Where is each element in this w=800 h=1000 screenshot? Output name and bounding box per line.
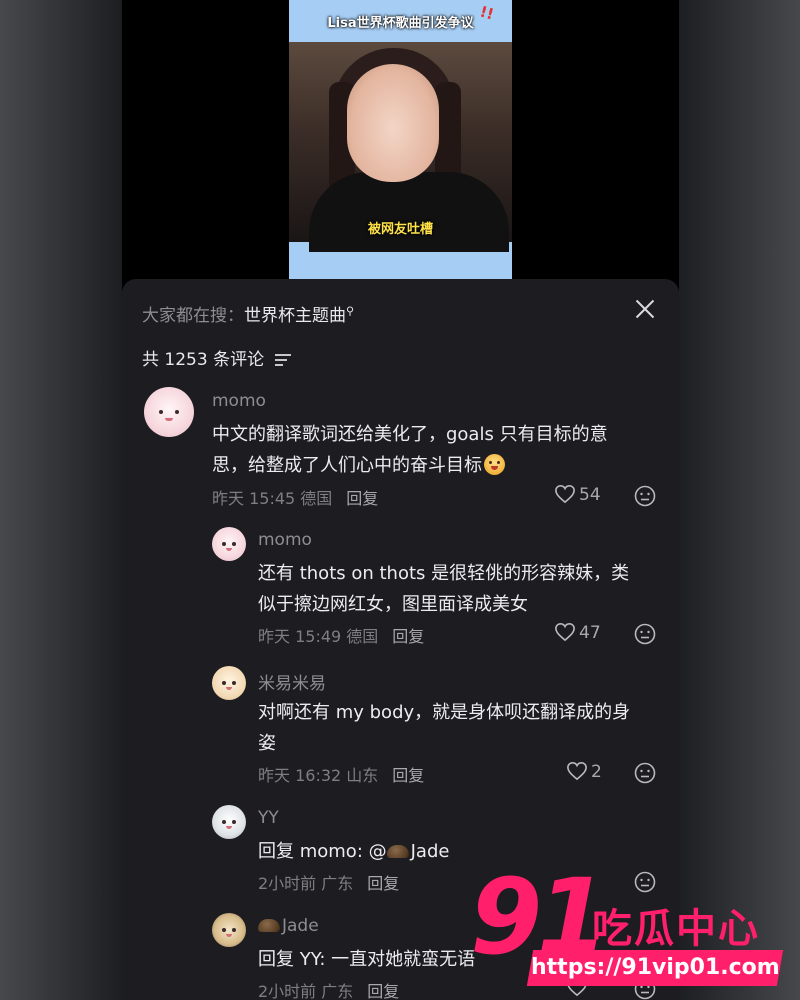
comment-text-line: 思，给整成了人们心中的奋斗目标 — [212, 450, 652, 481]
comment-text: 对啊还有 my body，就是身体呗还翻译成的身 姿 — [258, 697, 658, 759]
video-frame — [289, 42, 512, 252]
dislike-icon[interactable] — [634, 762, 656, 784]
heart-icon — [555, 484, 575, 504]
trending-search-keyword[interactable]: 世界杯主题曲 — [244, 306, 346, 326]
reply-item: momo 还有 thots on thots 是很轻佻的形容辣妹，类 似于擦边网… — [212, 527, 659, 655]
comment-text-line: 似于擦边网红女，图里面译成美女 — [258, 594, 528, 615]
comment-text: 还有 thots on thots 是很轻佻的形容辣妹，类 似于擦边网红女，图里… — [258, 558, 658, 620]
avatar[interactable] — [212, 805, 246, 839]
comment-meta: 昨天 15:49 德国 回复 — [258, 623, 424, 647]
video-thumbnail[interactable]: Lisa世界杯歌曲引发争议 !! 被网友吐槽 — [289, 0, 512, 280]
reply-button[interactable]: 回复 — [367, 982, 399, 1000]
trending-search-prefix: 大家都在搜： — [142, 306, 244, 326]
comment-text-line: 中文的翻译歌词还给美化了，goals 只有目标的意 — [212, 424, 608, 445]
heart-icon — [555, 622, 575, 642]
laughing-emoji-icon — [484, 454, 505, 475]
hedgehog-emoji-icon — [386, 845, 409, 858]
like-count: 54 — [579, 485, 601, 505]
comment-username[interactable]: 米易米易 — [258, 669, 326, 694]
comment-text-line: 对啊还有 my body，就是身体呗还翻译成的身 — [258, 702, 631, 723]
watermark-text: 吃瓜中心 — [592, 906, 760, 952]
comment-time: 昨天 15:45 德国 — [212, 489, 333, 508]
phone-screen: Lisa世界杯歌曲引发争议 !! 被网友吐槽 大家都在搜：世界杯主题曲⚲ 共 1… — [122, 0, 679, 1000]
close-icon[interactable] — [633, 297, 657, 321]
avatar[interactable] — [212, 527, 246, 561]
comment-meta: 昨天 16:32 山东 回复 — [258, 762, 424, 786]
heart-icon — [567, 761, 587, 781]
like-button[interactable]: 2 — [566, 761, 602, 782]
comment-time: 2小时前 广东 — [258, 982, 354, 1000]
reply-button[interactable]: 回复 — [392, 766, 424, 785]
reply-button[interactable]: 回复 — [367, 874, 399, 893]
comment-username[interactable]: momo — [258, 530, 312, 550]
watermark-logo: 91 吃瓜中心 https://91vip01.com — [470, 862, 790, 992]
comment-username[interactable]: Jade — [258, 916, 319, 936]
comment-count: 共 1253 条评论 — [142, 345, 292, 370]
dislike-icon[interactable] — [634, 485, 656, 507]
comment-text: 中文的翻译歌词还给美化了，goals 只有目标的意 思，给整成了人们心中的奋斗目… — [212, 419, 652, 481]
comment-count-label: 共 1253 条评论 — [142, 350, 265, 370]
comment-text-line: 还有 thots on thots 是很轻佻的形容辣妹，类 — [258, 563, 630, 584]
sort-filter-icon[interactable] — [275, 351, 292, 369]
left-backdrop — [0, 0, 122, 1000]
comment-time: 2小时前 广东 — [258, 874, 354, 893]
video-face-shape — [347, 64, 439, 182]
dislike-icon[interactable] — [634, 623, 656, 645]
like-button[interactable]: 54 — [554, 484, 601, 505]
mention-link[interactable]: Jade — [411, 841, 450, 862]
comment-username[interactable]: YY — [258, 808, 279, 828]
comment-time: 昨天 15:49 德国 — [258, 627, 379, 646]
like-count: 2 — [591, 762, 602, 782]
search-icon: ⚲ — [346, 304, 355, 318]
avatar[interactable] — [144, 387, 194, 437]
reply-button[interactable]: 回复 — [392, 627, 424, 646]
right-backdrop — [678, 0, 800, 1000]
trending-search[interactable]: 大家都在搜：世界杯主题曲⚲ — [142, 301, 354, 326]
comment-username[interactable]: momo — [212, 391, 266, 411]
comment-time: 昨天 16:32 山东 — [258, 766, 379, 785]
hedgehog-emoji-icon — [258, 919, 280, 932]
video-body-shape — [309, 172, 509, 252]
video-caption: 被网友吐槽 — [367, 222, 433, 237]
like-button[interactable]: 47 — [554, 622, 601, 643]
comment-meta: 昨天 15:45 德国 回复 — [212, 485, 378, 509]
comment-meta: 2小时前 广东 回复 — [258, 870, 399, 894]
like-count: 47 — [579, 623, 601, 643]
watermark-url: https://91vip01.com — [526, 950, 784, 986]
reply-item: 米易米易 对啊还有 my body，就是身体呗还翻译成的身 姿 昨天 16:32… — [212, 666, 659, 794]
comment-item: momo 中文的翻译歌词还给美化了，goals 只有目标的意 思，给整成了人们心… — [144, 387, 659, 515]
avatar[interactable] — [212, 913, 246, 947]
avatar[interactable] — [212, 666, 246, 700]
comment-meta: 2小时前 广东 回复 — [258, 978, 399, 1000]
reply-button[interactable]: 回复 — [346, 489, 378, 508]
comment-text-line: 姿 — [258, 733, 276, 754]
